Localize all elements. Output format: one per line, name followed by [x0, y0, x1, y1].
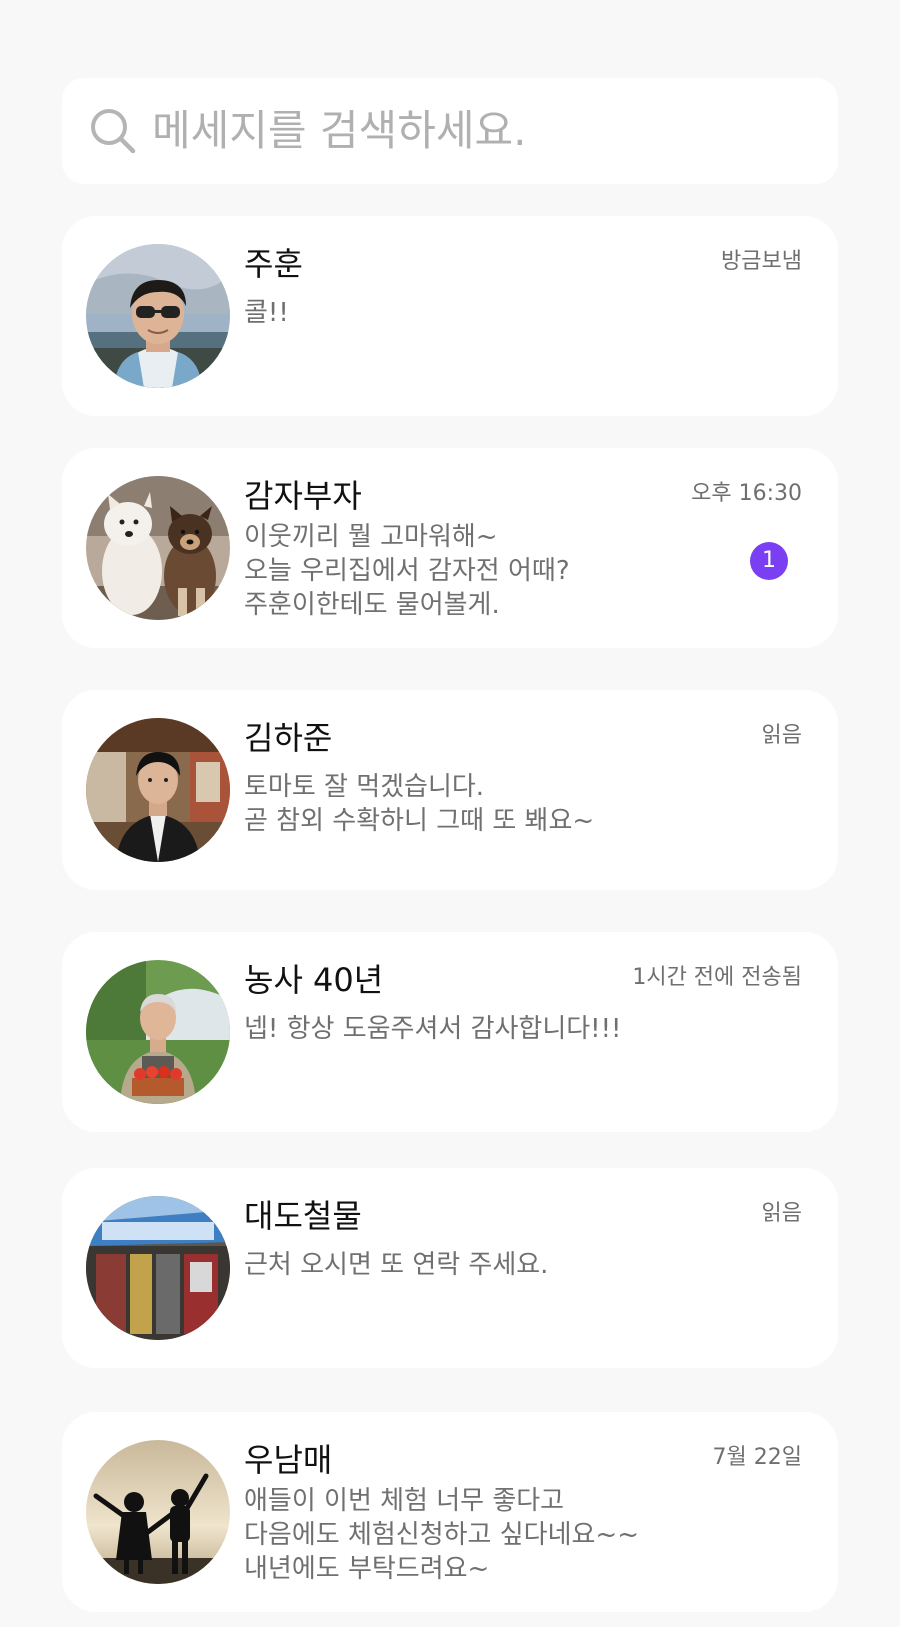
contact-name: 김하준 [244, 719, 333, 757]
contact-name: 감자부자 [244, 477, 362, 515]
conversation-item[interactable]: 농사 40년 1시간 전에 전송됨 넵! 항상 도움주셔서 감사합니다!!! [62, 932, 838, 1132]
avatar [86, 960, 230, 1104]
avatar-photo [86, 960, 230, 1104]
search-bar[interactable] [62, 78, 838, 184]
avatar-photo [86, 244, 230, 388]
read-status: 읽음 [761, 1201, 802, 1226]
avatar [86, 1440, 230, 1584]
message-time: 방금보냄 [721, 249, 802, 274]
read-status: 읽음 [761, 723, 802, 748]
contact-name: 농사 40년 [244, 961, 384, 999]
message-time: 오후 16:30 [691, 481, 802, 506]
conversation-item[interactable]: 김하준 읽음 토마토 잘 먹겠습니다. 곧 참외 수확하니 그때 또 봬요~ [62, 690, 838, 890]
message-preview: 이웃끼리 뭘 고마워해~ 오늘 우리집에서 감자전 어때? 주훈이한테도 물어볼… [244, 522, 570, 620]
message-preview: 넵! 항상 도움주셔서 감사합니다!!! [244, 1014, 622, 1044]
avatar [86, 1196, 230, 1340]
avatar [86, 476, 230, 620]
avatar-photo [86, 476, 230, 620]
conversation-item[interactable]: 감자부자 오후 16:30 이웃끼리 뭘 고마워해~ 오늘 우리집에서 감자전 … [62, 448, 838, 648]
avatar [86, 718, 230, 862]
avatar-photo [86, 718, 230, 862]
conversation-item[interactable]: 대도철물 읽음 근처 오시면 또 연락 주세요. [62, 1168, 838, 1368]
contact-name: 대도철물 [244, 1197, 362, 1235]
avatar [86, 244, 230, 388]
avatar-photo [86, 1196, 230, 1340]
message-time: 7월 22일 [712, 1445, 802, 1470]
contact-name: 주훈 [244, 245, 303, 283]
search-input[interactable] [150, 98, 812, 162]
message-preview: 토마토 잘 먹겠습니다. 곧 참외 수확하니 그때 또 봬요~ [244, 772, 595, 836]
conversation-item[interactable]: 우남매 7월 22일 애들이 이번 체험 너무 좋다고 다음에도 체험신청하고 … [62, 1412, 838, 1612]
contact-name: 우남매 [244, 1441, 333, 1479]
message-preview: 근처 오시면 또 연락 주세요. [244, 1250, 549, 1280]
unread-count-badge: 1 [750, 542, 788, 580]
avatar-photo [86, 1440, 230, 1584]
message-preview: 애들이 이번 체험 너무 좋다고 다음에도 체험신청하고 싶다네요~~ 내년에도… [244, 1486, 639, 1584]
search-icon [91, 109, 136, 154]
message-preview: 콜!! [244, 298, 289, 328]
conversation-item[interactable]: 주훈 방금보냄 콜!! [62, 216, 838, 416]
message-time: 1시간 전에 전송됨 [632, 965, 802, 990]
